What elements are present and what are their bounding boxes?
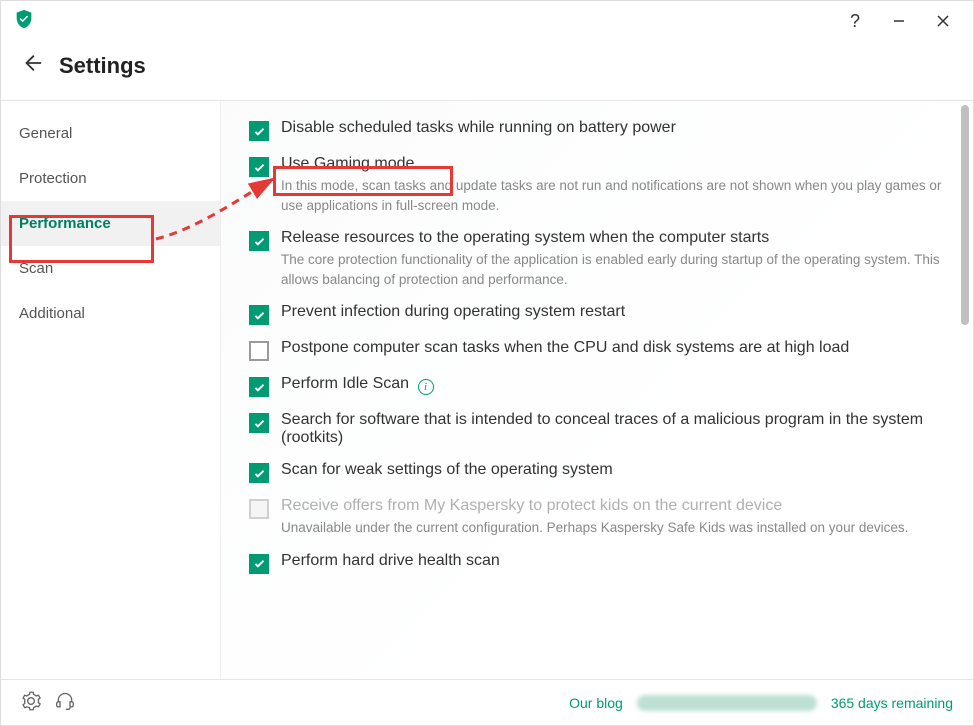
setting-label: Use Gaming mode	[281, 155, 945, 173]
setting-idle-scan: Perform Idle Scan i	[249, 375, 945, 397]
setting-label: Perform hard drive health scan	[281, 552, 945, 570]
window-titlebar: ?	[1, 1, 973, 41]
page-title: Settings	[59, 53, 146, 79]
footer-bar: Our blog 365 days remaining	[1, 679, 973, 725]
setting-description: The core protection functionality of the…	[281, 250, 945, 289]
app-shield-icon	[13, 8, 35, 35]
setting-label: Disable scheduled tasks while running on…	[281, 119, 945, 137]
main-area: General Protection Performance Scan Addi…	[1, 101, 973, 679]
setting-label: Scan for weak settings of the operating …	[281, 461, 945, 479]
page-header: Settings	[1, 41, 973, 101]
checkbox[interactable]	[249, 121, 269, 141]
scrollbar-thumb[interactable]	[961, 105, 969, 325]
checkbox[interactable]	[249, 554, 269, 574]
setting-gaming-mode: Use Gaming mode In this mode, scan tasks…	[249, 155, 945, 215]
setting-label: Receive offers from My Kaspersky to prot…	[281, 497, 945, 515]
setting-label: Search for software that is intended to …	[281, 411, 945, 447]
days-remaining: 365 days remaining	[831, 695, 953, 711]
close-button[interactable]	[925, 3, 961, 39]
setting-postpone-scan-highload: Postpone computer scan tasks when the CP…	[249, 339, 945, 361]
checkbox[interactable]	[249, 463, 269, 483]
setting-label: Prevent infection during operating syste…	[281, 303, 945, 321]
setting-label: Release resources to the operating syste…	[281, 229, 945, 247]
setting-scan-weak-settings: Scan for weak settings of the operating …	[249, 461, 945, 483]
setting-kaspersky-kids-offer: Receive offers from My Kaspersky to prot…	[249, 497, 945, 538]
help-button[interactable]: ?	[837, 3, 873, 39]
back-button[interactable]	[21, 52, 43, 80]
info-icon[interactable]: i	[418, 379, 434, 395]
sidebar-item-additional[interactable]: Additional	[1, 291, 220, 336]
sidebar-item-scan[interactable]: Scan	[1, 246, 220, 291]
account-email-blurred	[637, 695, 817, 711]
checkbox[interactable]	[249, 231, 269, 251]
setting-label: Postpone computer scan tasks when the CP…	[281, 339, 945, 357]
setting-description: Unavailable under the current configurat…	[281, 518, 945, 538]
settings-content: Disable scheduled tasks while running on…	[221, 101, 973, 679]
blog-link[interactable]: Our blog	[569, 695, 623, 711]
setting-search-rootkits: Search for software that is intended to …	[249, 411, 945, 447]
sidebar-item-performance[interactable]: Performance	[1, 201, 220, 246]
setting-disable-scheduled-battery: Disable scheduled tasks while running on…	[249, 119, 945, 141]
gear-icon[interactable]	[21, 691, 41, 714]
setting-label: Perform Idle Scan i	[281, 375, 945, 395]
minimize-button[interactable]	[881, 3, 917, 39]
checkbox[interactable]	[249, 157, 269, 177]
sidebar-item-protection[interactable]: Protection	[1, 156, 220, 201]
sidebar-item-general[interactable]: General	[1, 111, 220, 156]
settings-sidebar: General Protection Performance Scan Addi…	[1, 101, 221, 679]
checkbox[interactable]	[249, 305, 269, 325]
headset-icon[interactable]	[55, 691, 75, 714]
setting-hard-drive-health: Perform hard drive health scan	[249, 552, 945, 574]
checkbox[interactable]	[249, 377, 269, 397]
checkbox[interactable]	[249, 341, 269, 361]
setting-description: In this mode, scan tasks and update task…	[281, 176, 945, 215]
checkbox-disabled	[249, 499, 269, 519]
checkbox[interactable]	[249, 413, 269, 433]
setting-release-resources: Release resources to the operating syste…	[249, 229, 945, 289]
setting-prevent-infection-restart: Prevent infection during operating syste…	[249, 303, 945, 325]
